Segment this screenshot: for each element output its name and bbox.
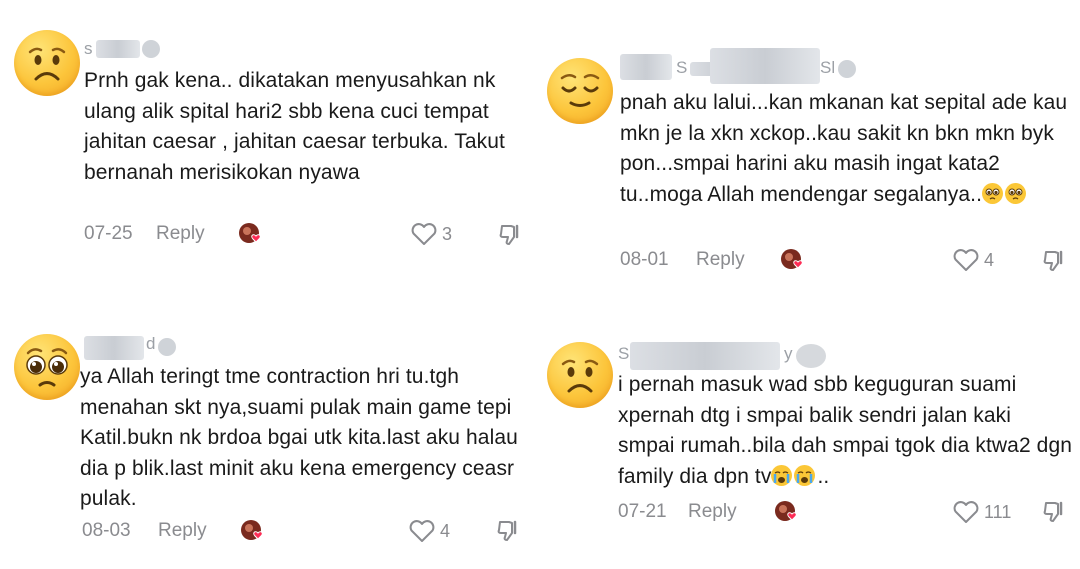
username-visible: d (146, 334, 156, 353)
reply-button[interactable]: Reply (156, 223, 205, 245)
comment-text-suffix: .. (817, 464, 830, 488)
crying-face-icon (771, 464, 793, 486)
pleading-face-icon (26, 348, 68, 387)
like-heart-icon[interactable] (952, 248, 980, 272)
username[interactable]: d (84, 334, 184, 360)
like-heart-icon[interactable] (952, 500, 980, 524)
comment-date: 07-25 (84, 223, 133, 244)
creator-liked-icon (239, 223, 261, 243)
comment-text: Prnh gak kena.. dikatakan menyusahkan nk… (84, 69, 505, 184)
worried-face-icon (28, 47, 66, 81)
reply-button[interactable]: Reply (158, 520, 207, 542)
comment-text: pnah aku lalui...kan mkanan kat sepital … (620, 88, 1070, 210)
comment-body: i pernah masuk wad sbb keguguran suami x… (618, 373, 1073, 488)
like-count: 4 (440, 521, 451, 541)
comment-card: S y i pernah masuk wad sbb keguguran sua… (540, 300, 1080, 569)
dislike-icon[interactable] (498, 222, 524, 248)
reply-button[interactable]: Reply (688, 501, 737, 523)
username-visible: S (676, 58, 688, 77)
comment-date: 08-01 (620, 249, 669, 270)
like-count: 3 (442, 224, 453, 244)
username[interactable]: s (84, 38, 164, 60)
username-visible: s (84, 39, 93, 58)
dislike-icon[interactable] (1042, 499, 1068, 525)
pleading-face-icon (1005, 182, 1027, 204)
redacted-username (96, 40, 140, 58)
redacted-username (620, 54, 672, 80)
reply-button[interactable]: Reply (696, 249, 745, 271)
worried-face-icon (561, 359, 599, 393)
avatar[interactable] (14, 334, 80, 400)
username[interactable]: S Sl (620, 48, 860, 84)
redacted-dot (142, 40, 160, 58)
dislike-icon[interactable] (1042, 248, 1068, 274)
comment-text: i pernah masuk wad sbb keguguran suami x… (618, 370, 1073, 492)
comment-card: S Sl pnah aku lalui...kan mkanan kat sep… (540, 0, 1080, 300)
like-heart-icon[interactable] (408, 519, 436, 543)
creator-liked-icon (781, 249, 803, 269)
redacted-username (630, 342, 780, 370)
avatar[interactable] (547, 342, 613, 408)
comment-card: s Prnh gak kena.. dikatakan menyusahkan … (0, 0, 530, 280)
username-visible: y (784, 344, 793, 363)
avatar[interactable] (14, 30, 80, 96)
creator-liked-icon (775, 501, 797, 521)
redacted-dot (796, 344, 826, 368)
redacted-dot (838, 60, 856, 78)
username-visible: Sl (820, 58, 836, 77)
username-visible: S (618, 344, 630, 363)
crying-face-icon (794, 464, 816, 486)
like-count: 111 (984, 502, 1012, 522)
redacted-username (710, 48, 820, 84)
comment-text: ya Allah teringt tme contraction hri tu.… (80, 365, 518, 510)
redacted-dot (158, 338, 176, 356)
creator-liked-icon (241, 520, 263, 540)
redacted-username (84, 336, 144, 360)
comment-card: d ya Allah teringt tme contraction hri t… (0, 300, 530, 569)
username[interactable]: S y (618, 340, 838, 370)
relieved-face-icon (560, 74, 600, 107)
comment-date: 08-03 (82, 520, 131, 541)
comment-date: 07-21 (618, 501, 667, 522)
avatar[interactable] (547, 58, 613, 124)
dislike-icon[interactable] (496, 518, 522, 544)
pleading-face-icon (982, 182, 1004, 204)
like-heart-icon[interactable] (410, 222, 438, 246)
like-count: 4 (984, 250, 995, 270)
